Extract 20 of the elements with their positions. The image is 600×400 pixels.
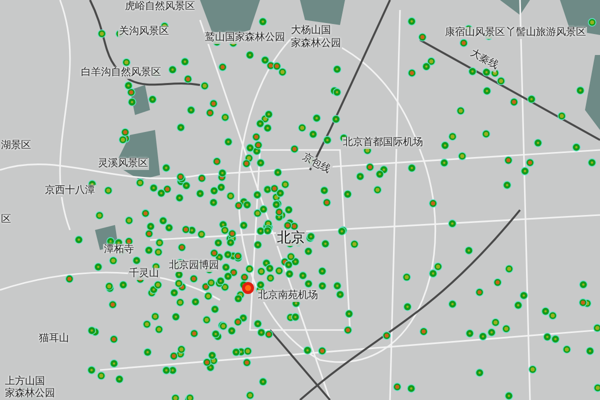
place-label: 京西十八潭 (44, 185, 96, 197)
city-label: 北京 (276, 230, 306, 246)
place-label: 潭柘寺 (103, 244, 135, 256)
place-label: 康宿山风景区 (444, 27, 506, 39)
place-label: 千灵山 (128, 268, 160, 280)
place-label: 北京首都国际机场 (342, 137, 424, 149)
place-label: 上方山国 (4, 376, 46, 388)
place-label: 虎峪自然风景区 (124, 1, 196, 13)
place-label: 白羊沟自然风景区 (80, 67, 162, 79)
place-label: 湖景区 (0, 140, 32, 152)
place-label: 猫耳山 (38, 333, 70, 345)
place-label: 鹫山国家森林公园 (204, 32, 286, 44)
place-label: 关沟风景区 (118, 26, 170, 38)
place-label: 大杨山国 (290, 25, 332, 37)
place-label: 家森林公园 (290, 38, 342, 50)
place-label: 家森林公园 (4, 388, 56, 400)
place-label: 北京南苑机场 (257, 290, 319, 302)
place-label: 灵溪风景区 (97, 158, 149, 170)
place-label: 丫髻山旅游风景区 (505, 27, 587, 39)
place-label: 北京园博园 (168, 260, 220, 272)
